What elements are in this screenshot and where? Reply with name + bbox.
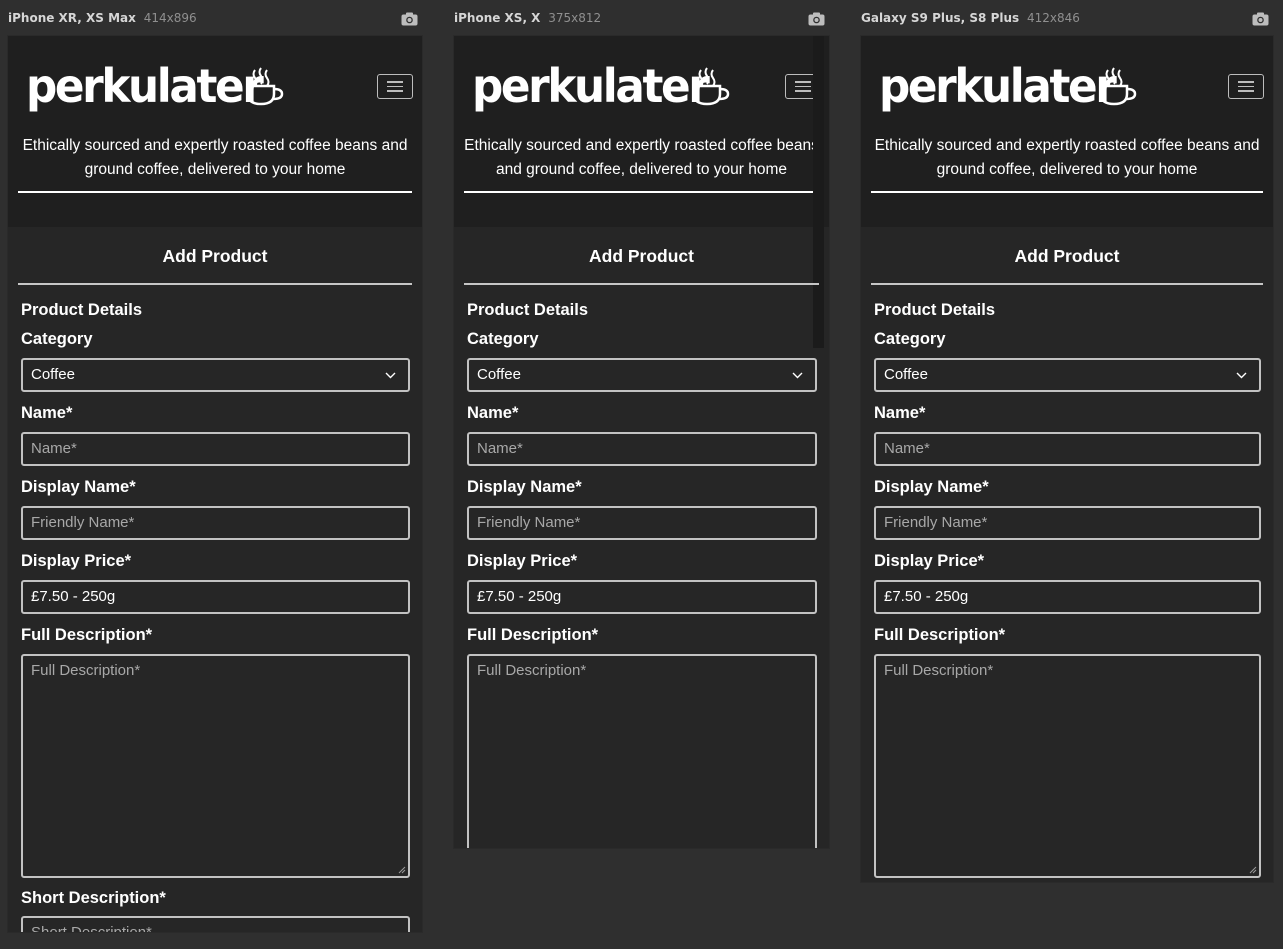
title-divider [871,283,1263,285]
section-heading: Product Details [874,301,996,319]
site-header: perkulater Ethically sourced and expertl… [454,36,829,227]
short-description-label: Short Description* [21,889,166,907]
device-header: Galaxy S9 Plus, S8 Plus 412x846 [861,11,1273,29]
page-title: Add Product [589,246,694,266]
full-description-textarea[interactable]: Full Description* [467,654,817,848]
name-input[interactable]: Name* [874,432,1261,466]
device-dimensions: 375x812 [548,11,602,25]
page-title: Add Product [1014,246,1120,266]
device-screen: perkulater Ethically sourced and expertl… [8,36,422,932]
display-price-label: Display Price* [21,552,132,570]
resize-grip-icon[interactable] [1249,866,1257,874]
display-name-label: Display Name* [467,478,582,496]
device-name: Galaxy S9 Plus, S8 Plus [861,11,1020,25]
name-label: Name* [467,404,519,422]
name-label: Name* [21,404,73,422]
display-name-input[interactable]: Friendly Name* [21,506,410,540]
resize-grip-icon[interactable] [398,866,406,874]
short-description-input[interactable]: Short Description* [21,916,410,932]
device-dimensions: 412x846 [1027,11,1080,25]
display-name-label: Display Name* [21,478,136,496]
full-description-placeholder: Full Description* [31,662,141,679]
display-price-input[interactable]: £7.50 - 250g [467,580,817,614]
name-input[interactable]: Name* [467,432,817,466]
page-title: Add Product [162,246,268,266]
chevron-down-icon [792,372,803,379]
site-logo[interactable]: perkulater [26,60,264,112]
hamburger-menu-icon[interactable] [377,74,413,99]
header-divider [464,191,819,193]
category-selected-value: Coffee [884,366,928,383]
display-price-input[interactable]: £7.50 - 250g [874,580,1261,614]
category-label: Category [467,330,539,348]
steaming-cup-icon [246,67,284,106]
category-label: Category [874,330,946,348]
site-tagline: Ethically sourced and expertly roasted c… [874,137,1260,178]
device-header: iPhone XS, X 375x812 [454,11,829,29]
scrollbar[interactable] [813,36,824,348]
display-name-input[interactable]: Friendly Name* [467,506,817,540]
camera-icon[interactable] [808,12,825,26]
camera-icon[interactable] [1252,12,1269,26]
full-description-textarea[interactable]: Full Description* [21,654,410,878]
device-header: iPhone XR, XS Max 414x896 [8,11,422,29]
chevron-down-icon [385,372,396,379]
site-header: perkulater Ethically sourced and expertl… [861,36,1273,227]
device-name: iPhone XR, XS Max [8,11,136,25]
full-description-placeholder: Full Description* [477,662,587,679]
hamburger-menu-icon[interactable] [1228,74,1264,99]
name-input[interactable]: Name* [21,432,410,466]
header-divider [871,191,1263,193]
device-screen: perkulater Ethically sourced and expertl… [861,36,1273,882]
site-logo[interactable]: perkulater [472,60,710,112]
full-description-placeholder: Full Description* [884,662,994,679]
title-divider [18,283,412,285]
full-description-textarea[interactable]: Full Description* [874,654,1261,878]
display-price-label: Display Price* [874,552,985,570]
steaming-cup-icon [692,67,730,106]
device-name: iPhone XS, X [454,11,541,25]
title-divider [464,283,819,285]
display-name-label: Display Name* [874,478,989,496]
name-label: Name* [874,404,926,422]
site-tagline: Ethically sourced and expertly roasted c… [464,137,819,178]
chevron-down-icon [1236,372,1247,379]
steaming-cup-icon [1099,67,1137,106]
camera-icon[interactable] [401,12,418,26]
site-header: perkulater Ethically sourced and expertl… [8,36,422,227]
category-select[interactable]: Coffee [467,358,817,392]
display-price-input[interactable]: £7.50 - 250g [21,580,410,614]
display-price-label: Display Price* [467,552,578,570]
category-selected-value: Coffee [31,366,75,383]
section-heading: Product Details [21,301,143,319]
site-tagline: Ethically sourced and expertly roasted c… [22,137,408,178]
device-screen: perkulater Ethically sourced and expertl… [454,36,829,848]
category-select[interactable]: Coffee [874,358,1261,392]
device-dimensions: 414x896 [143,11,197,25]
section-heading: Product Details [467,301,589,319]
full-description-label: Full Description* [874,626,1006,644]
site-logo[interactable]: perkulater [879,60,1117,112]
header-divider [18,191,412,193]
display-name-input[interactable]: Friendly Name* [874,506,1261,540]
category-label: Category [21,330,93,348]
full-description-label: Full Description* [21,626,153,644]
full-description-label: Full Description* [467,626,599,644]
category-select[interactable]: Coffee [21,358,410,392]
category-selected-value: Coffee [477,366,521,383]
